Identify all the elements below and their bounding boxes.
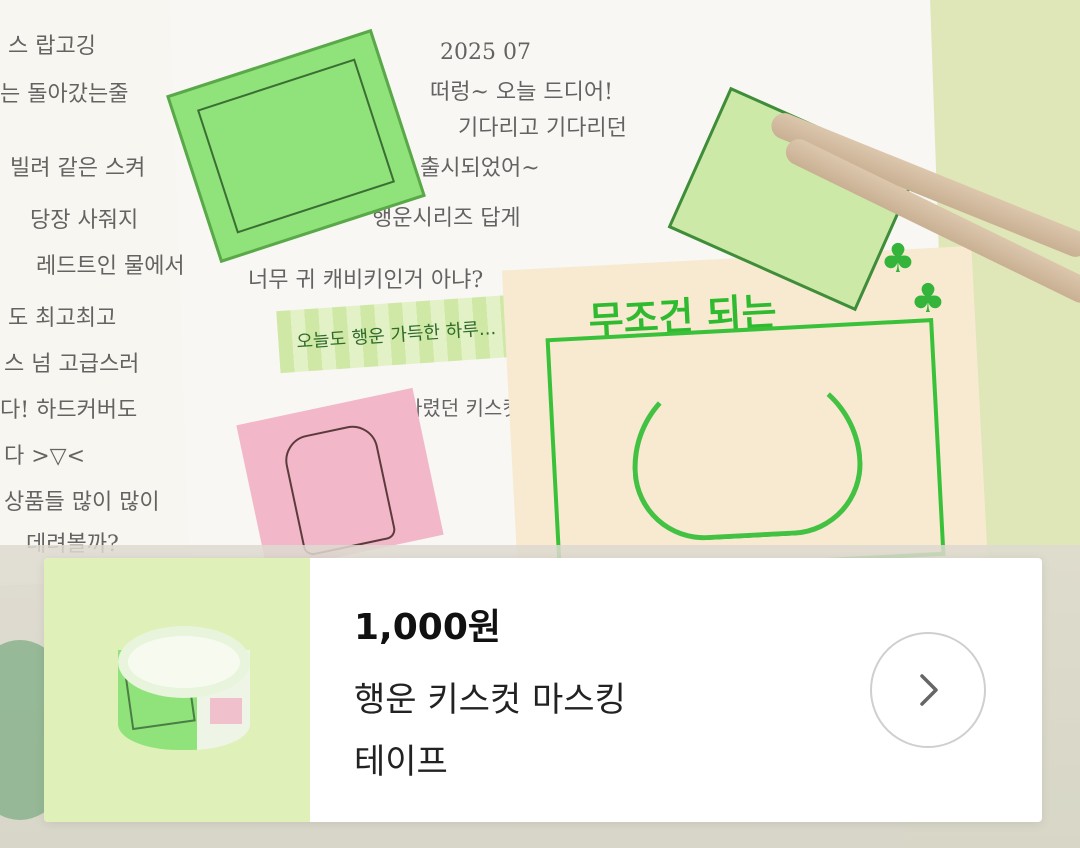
chevron-right-icon: [920, 674, 938, 706]
tape-roll-top: [118, 626, 250, 698]
product-title-line2: 테이프: [354, 742, 448, 782]
handwriting-left: 다 >▽<: [4, 444, 86, 469]
handwriting-date: 2025 07: [440, 40, 531, 65]
handwriting-left: 스 랍고깅: [8, 34, 96, 59]
handwriting-left: 당장 사줘지: [30, 208, 139, 233]
handwriting-left: 레드트인 물에서: [36, 254, 185, 279]
handwriting-left: 도 최고최고: [8, 306, 117, 331]
product-title-line1: 행운 키스컷 마스킹: [354, 680, 626, 720]
handwriting-left: 는 돌아갔는줄: [0, 82, 129, 107]
handwriting-left: 다! 하드커버도: [0, 398, 138, 423]
clover-icon: ♣: [910, 276, 946, 322]
product-card[interactable]: 1,000원 행운 키스컷 마스킹 테이프: [44, 558, 1042, 822]
handwriting-line: 떠렁~ 오늘 드디어!: [430, 80, 613, 105]
handwriting-line: 너무 귀 캐비키인거 아냐?: [248, 268, 484, 293]
tape-text: 오늘도 행운 가득한 하루...: [295, 317, 497, 353]
handwriting-left: 상품들 많이 많이: [4, 490, 160, 515]
product-price: 1,000원: [354, 607, 501, 648]
handwriting-left: 스 넘 고급스러: [4, 352, 140, 377]
handwriting-line: 기다리고 기다리던: [458, 116, 627, 141]
product-detail-button[interactable]: [870, 632, 986, 748]
product-thumbnail[interactable]: [44, 558, 310, 822]
handwriting-line: 출시되었어~: [420, 156, 540, 181]
handwriting-left: 빌려 같은 스켜: [10, 156, 146, 181]
